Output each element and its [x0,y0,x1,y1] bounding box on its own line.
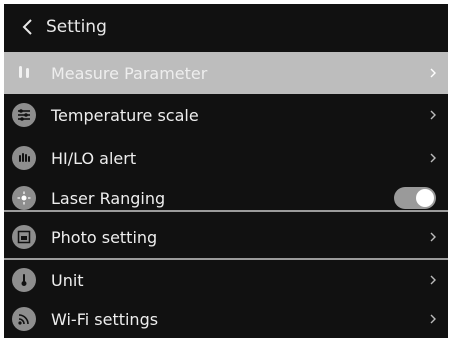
menu-item-label: HI/LO alert [51,148,137,168]
menu-item-label: Photo setting [51,227,158,247]
menu-item-wifi-settings[interactable]: Wi-Fi settings [4,300,448,338]
menu-item-unit[interactable]: Unit [4,261,448,299]
laser-ranging-toggle[interactable] [394,187,436,209]
unit-icon [12,268,36,292]
menu-item-label: Wi-Fi settings [51,309,159,329]
chevron-right-icon [426,232,440,242]
laser-icon [12,186,36,210]
page-title: Setting [46,17,107,37]
header-bar: Setting [4,4,448,50]
sliders-icon [12,103,36,127]
divider-line [4,210,448,212]
chevron-right-icon [426,110,440,120]
menu-item-photo-setting[interactable]: Photo setting [4,216,448,258]
settings-screen: Setting Measure Parameter Temperature sc… [4,4,448,338]
thermometer-icon [12,61,36,85]
menu-item-measure-parameter[interactable]: Measure Parameter [4,52,448,94]
chevron-right-icon [426,314,440,324]
chevron-left-icon [22,19,32,35]
menu-item-label: Laser Ranging [51,188,166,208]
menu-item-label: Temperature scale [51,105,199,125]
menu-item-hi-lo-alert[interactable]: HI/LO alert [4,138,448,178]
menu-item-temperature-scale[interactable]: Temperature scale [4,95,448,135]
chevron-right-icon [426,153,440,163]
chevron-right-icon [426,68,440,78]
toggle-knob [416,189,434,207]
menu-item-label: Measure Parameter [51,63,208,83]
chevron-right-icon [426,275,440,285]
wifi-icon [12,307,36,331]
menu-item-label: Unit [51,270,84,290]
photo-icon [12,225,36,249]
divider-line [4,258,448,260]
hand-icon [12,146,36,170]
back-button[interactable] [16,16,38,38]
